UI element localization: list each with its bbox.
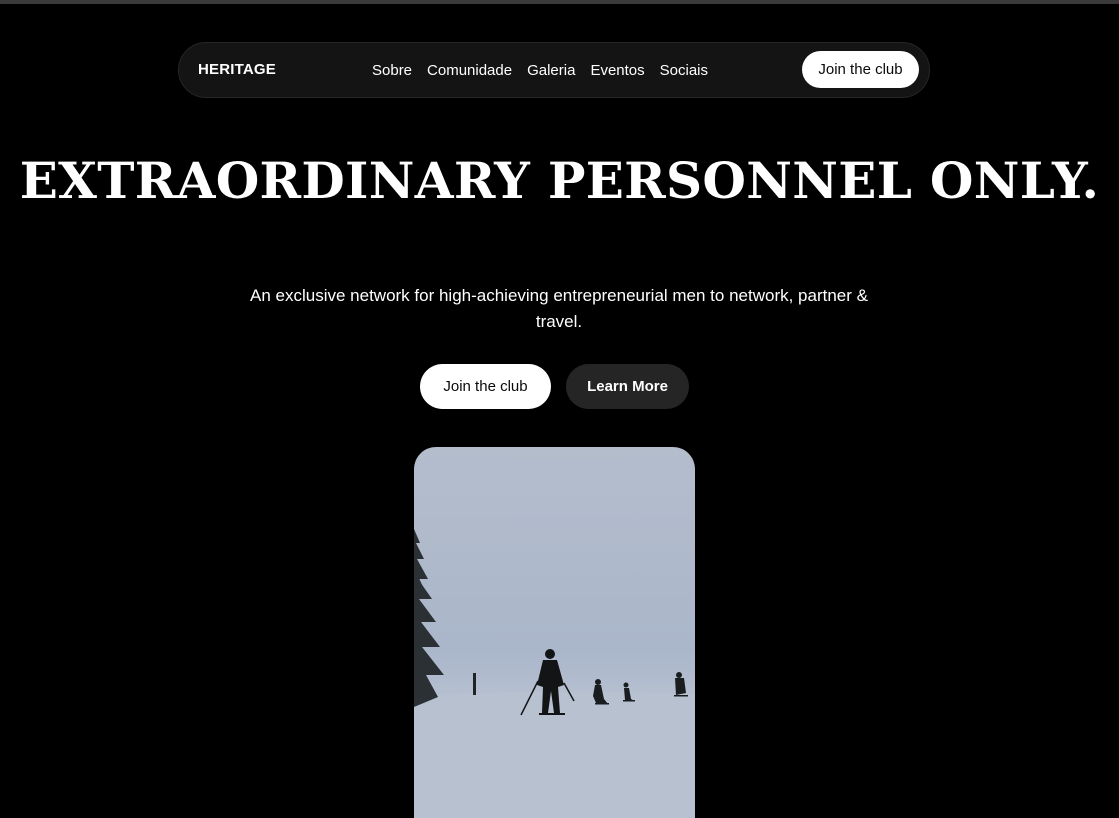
pine-tree	[414, 529, 444, 707]
nav-link-eventos[interactable]: Eventos	[590, 62, 644, 79]
join-club-button[interactable]: Join the club	[420, 364, 551, 409]
nav-link-sociais[interactable]: Sociais	[660, 62, 708, 79]
browser-top-edge	[0, 0, 1119, 4]
nav-link-comunidade[interactable]: Comunidade	[427, 62, 512, 79]
nav-link-galeria[interactable]: Galeria	[527, 62, 575, 79]
nav-join-button[interactable]: Join the club	[802, 51, 919, 88]
nav-link-sobre[interactable]: Sobre	[372, 62, 412, 79]
learn-more-button[interactable]: Learn More	[566, 364, 689, 409]
skiing-scene-image	[414, 529, 695, 818]
hero-title: EXTRAORDINARY PERSONNEL ONLY.	[19, 151, 1100, 210]
navbar: HERITAGE Sobre Comunidade Galeria Evento…	[178, 42, 930, 98]
hero-subtitle: An exclusive network for high-achieving …	[250, 286, 868, 331]
nav-links: Sobre Comunidade Galeria Eventos Sociais	[372, 43, 708, 97]
brand-logo[interactable]: HERITAGE	[198, 43, 276, 97]
hero-video-card[interactable]	[414, 447, 695, 818]
